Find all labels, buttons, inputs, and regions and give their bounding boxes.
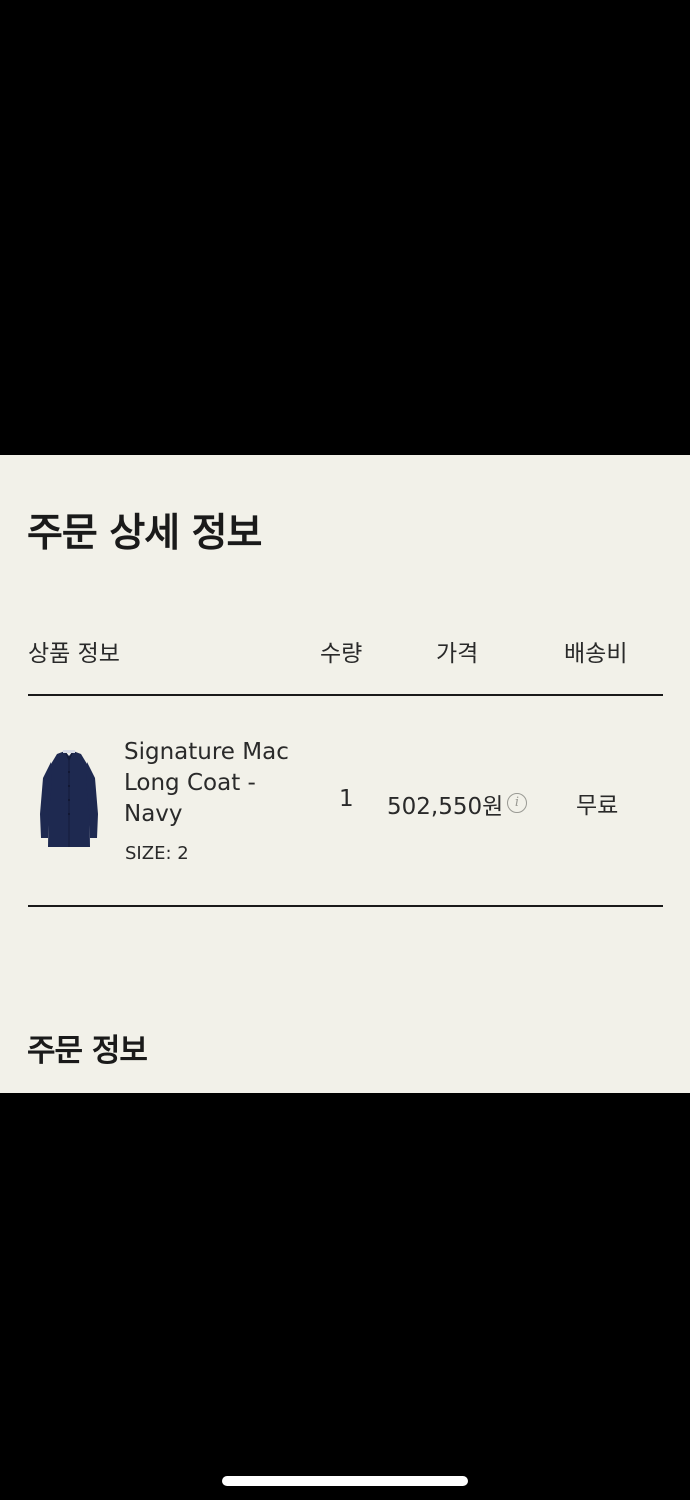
table-divider-bottom (28, 905, 663, 907)
item-shipping-fee: 무료 (576, 793, 619, 819)
column-header-price: 가격 (436, 641, 479, 667)
order-info-title: 주문 정보 (27, 1033, 148, 1069)
product-name-link[interactable]: Signature Mac Long Coat - Navy (124, 737, 304, 830)
item-price: 502,550원 (387, 794, 504, 820)
column-header-quantity: 수량 (320, 641, 363, 667)
navy-coat-image (40, 750, 98, 847)
home-indicator[interactable] (222, 1476, 468, 1486)
table-divider-top (28, 694, 663, 696)
product-thumbnail[interactable] (27, 742, 111, 854)
price-info-icon[interactable]: i (507, 793, 527, 813)
column-header-shipping: 배송비 (564, 641, 628, 667)
screen: 주문 상세 정보 상품 정보 수량 가격 배송비 Signature Mac L… (0, 0, 690, 1500)
product-size: SIZE: 2 (125, 843, 189, 864)
order-detail-title: 주문 상세 정보 (27, 511, 262, 556)
column-header-product: 상품 정보 (28, 641, 120, 667)
item-quantity: 1 (339, 786, 354, 812)
